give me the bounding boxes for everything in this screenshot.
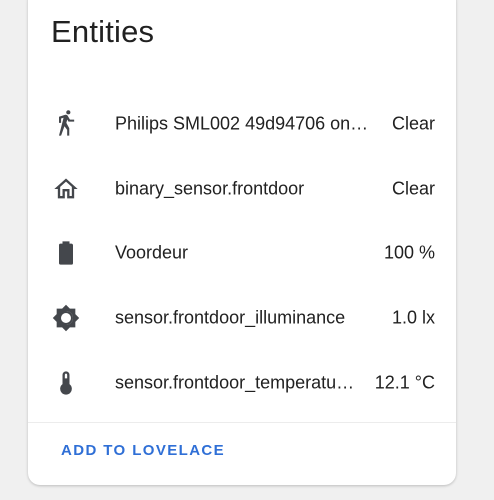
walk-icon: [52, 110, 80, 138]
entity-row-frontdoor[interactable]: binary_sensor.frontdoor Clear: [28, 157, 456, 222]
entity-state: 1.0 lx: [391, 307, 435, 328]
card-actions-divider: [28, 422, 456, 423]
entity-row-temperature[interactable]: sensor.frontdoor_temperatu… 12.1 °C: [28, 350, 456, 415]
entity-name: Voordeur: [115, 242, 189, 263]
entities-card: Entities Philips SML002 49d94706 on… Cle…: [28, 0, 456, 485]
entity-row-motion[interactable]: Philips SML002 49d94706 on… Clear: [28, 92, 456, 157]
entity-state: 12.1 °C: [374, 372, 435, 393]
entity-name: sensor.frontdoor_illuminance: [115, 307, 346, 328]
entity-name: binary_sensor.frontdoor: [115, 178, 305, 199]
entity-state: Clear: [391, 178, 435, 199]
card-title: Entities: [51, 14, 155, 49]
entity-name: sensor.frontdoor_temperatu…: [115, 372, 355, 393]
add-to-lovelace-button[interactable]: ADD TO LOVELACE: [52, 436, 234, 465]
entity-name: Philips SML002 49d94706 on…: [115, 113, 369, 134]
brightness-icon: [52, 304, 80, 332]
home-outline-icon: [52, 175, 80, 203]
thermometer-icon: [52, 369, 80, 397]
entity-row-illuminance[interactable]: sensor.frontdoor_illuminance 1.0 lx: [28, 286, 456, 351]
entity-state: Clear: [391, 113, 435, 134]
entity-state: 100 %: [383, 242, 435, 263]
battery-icon: [52, 239, 80, 267]
entity-row-battery[interactable]: Voordeur 100 %: [28, 221, 456, 286]
entities-list: Philips SML002 49d94706 on… Clear binary…: [28, 92, 456, 415]
